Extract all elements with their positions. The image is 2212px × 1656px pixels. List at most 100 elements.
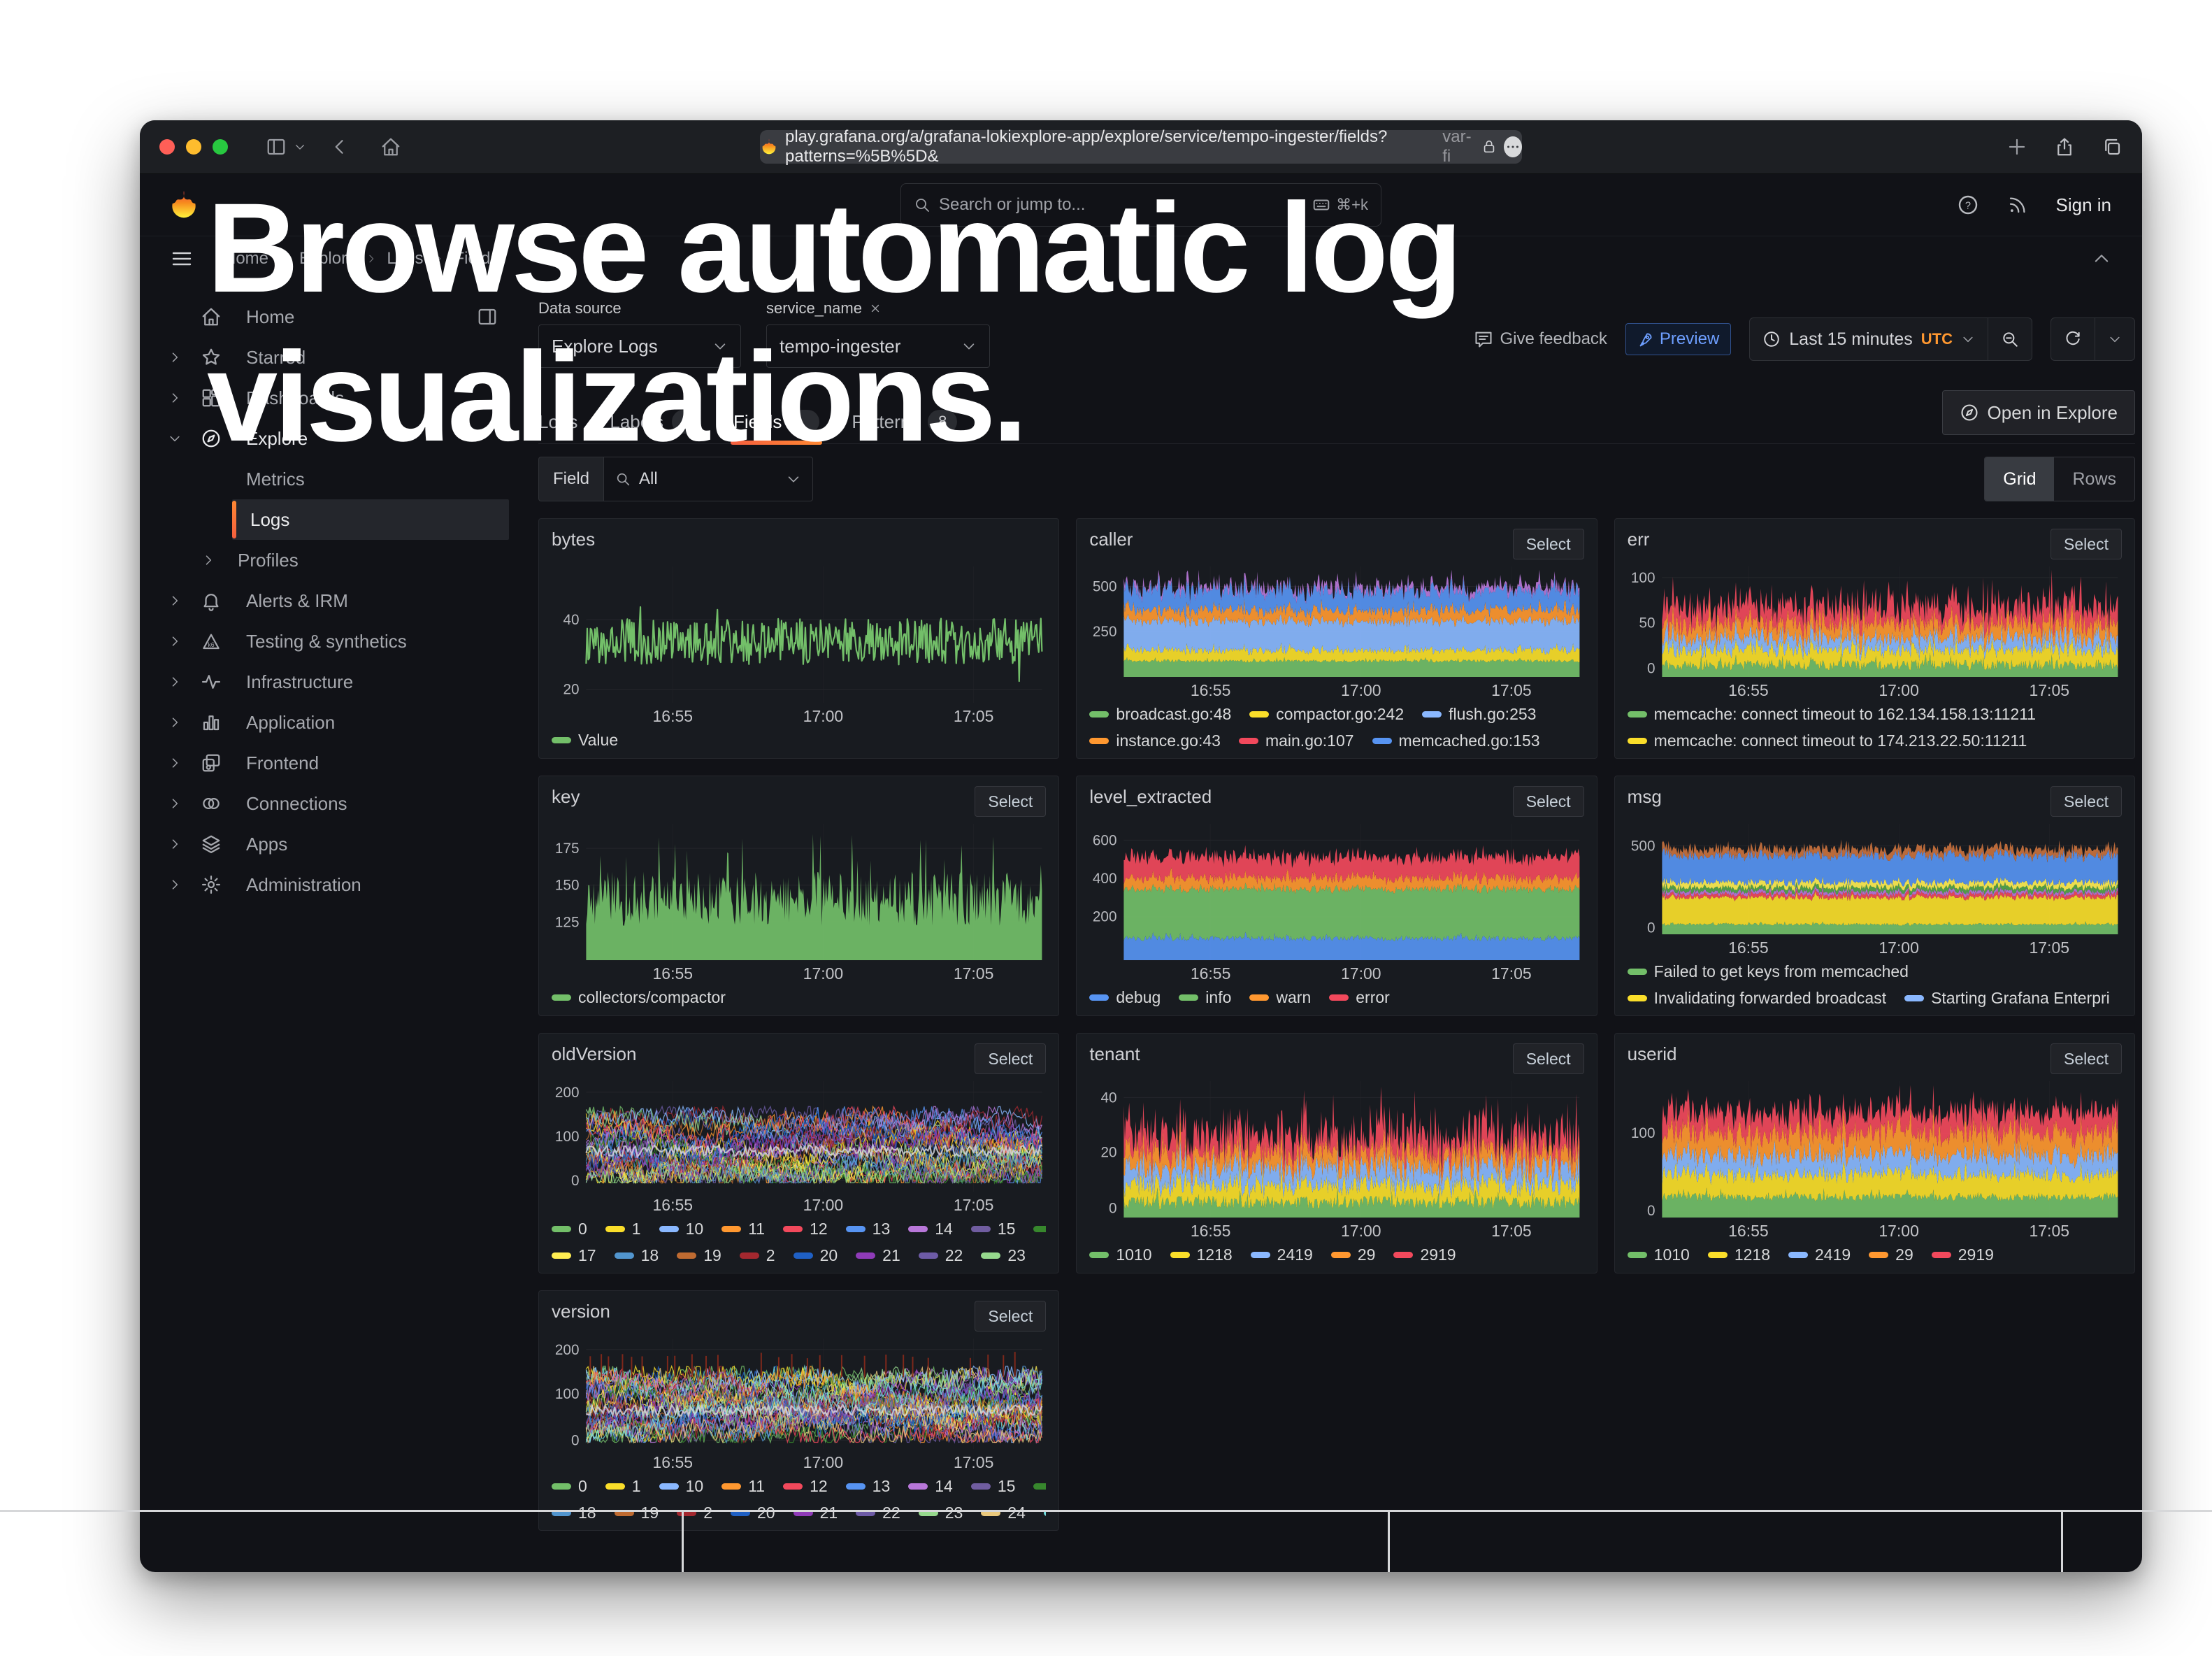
sidebar-item-administration[interactable]: Administration (140, 864, 517, 905)
sidebar-item-testing-synthetics[interactable]: k6Testing & synthetics (140, 621, 517, 662)
legend-item[interactable]: 16 (1033, 1477, 1046, 1496)
sidebar-item-apps[interactable]: Apps (140, 824, 517, 864)
legend-item[interactable]: 2 (740, 1246, 775, 1265)
collapse-icon[interactable] (2092, 249, 2111, 269)
legend-item[interactable]: 1218 (1170, 1245, 1233, 1264)
sidebar-item-profiles[interactable]: Profiles (140, 540, 517, 580)
chevron-right-icon[interactable] (159, 837, 190, 851)
tab-logs[interactable]: Logs (538, 400, 577, 443)
legend-item[interactable]: 1 (605, 1220, 641, 1239)
legend-item[interactable]: 21 (856, 1246, 900, 1265)
legend-item[interactable]: 18 (552, 1504, 596, 1522)
legend-item[interactable]: info (1179, 988, 1231, 1007)
legend-item[interactable]: 20 (731, 1504, 775, 1522)
legend-item[interactable]: Failed to get keys from memcached (1628, 962, 1909, 981)
legend-item[interactable]: error (1329, 988, 1390, 1007)
rows-view-button[interactable]: Rows (2054, 457, 2134, 501)
sidebar-item-logs[interactable]: Logs (232, 499, 509, 540)
legend-item[interactable]: 1010 (1628, 1245, 1690, 1264)
legend-item[interactable]: 29 (1869, 1245, 1913, 1264)
maximize-window-button[interactable] (213, 139, 228, 155)
sidebar-item-metrics[interactable]: Metrics (140, 459, 517, 499)
legend-item[interactable]: 15 (971, 1220, 1016, 1239)
chevron-down-icon[interactable] (159, 431, 190, 445)
legend-item[interactable]: warn (1249, 988, 1311, 1007)
sidebar-item-frontend[interactable]: Frontend (140, 743, 517, 783)
chevron-right-icon[interactable] (159, 675, 190, 689)
legend-item[interactable]: memcache: connect timeout to 174.213.22.… (1628, 731, 2027, 750)
legend-item[interactable]: 19 (615, 1504, 659, 1522)
chevron-down-icon[interactable] (294, 141, 306, 153)
legend-item[interactable]: 24 (981, 1504, 1026, 1522)
select-button[interactable]: Select (975, 1301, 1046, 1332)
minimize-window-button[interactable] (186, 139, 201, 155)
legend-item[interactable]: instance.go:43 (1089, 731, 1221, 750)
data-source-select[interactable]: Explore Logs (538, 324, 741, 368)
chevron-right-icon[interactable] (193, 553, 224, 567)
legend-item[interactable]: 11 (721, 1477, 765, 1496)
legend-item[interactable]: 2419 (1788, 1245, 1851, 1264)
legend-item[interactable]: 21 (793, 1504, 838, 1522)
legend-item[interactable]: 0 (552, 1477, 587, 1496)
legend-item[interactable]: 18 (615, 1246, 659, 1265)
legend-item[interactable]: 12 (783, 1477, 828, 1496)
legend-item[interactable]: Value (552, 731, 618, 750)
legend-item[interactable]: flush.go:253 (1422, 705, 1536, 724)
sidebar-toggle-icon[interactable] (266, 136, 287, 157)
msg-chart[interactable]: 5000 (1628, 820, 2122, 937)
bytes-chart[interactable]: 4020 (552, 562, 1046, 706)
sidebar-item-explore[interactable]: Explore (140, 418, 517, 459)
select-button[interactable]: Select (1513, 786, 1584, 817)
tab-labels[interactable]: Labels (610, 400, 701, 443)
legend-item[interactable]: 15 (971, 1477, 1016, 1496)
grid-view-button[interactable]: Grid (1985, 457, 2054, 501)
legend-item[interactable]: 16 (1033, 1220, 1046, 1239)
legend-item[interactable]: 2919 (1932, 1245, 1994, 1264)
open-in-explore-button[interactable]: Open in Explore (1942, 390, 2135, 435)
legend-item[interactable]: 13 (846, 1477, 891, 1496)
news-icon[interactable] (2007, 194, 2028, 215)
grafana-logo[interactable] (168, 189, 200, 221)
legend-item[interactable]: 10 (659, 1477, 704, 1496)
legend-item[interactable]: memcached.go:153 (1372, 731, 1540, 750)
select-button[interactable]: Select (2051, 786, 2122, 817)
select-button[interactable]: Select (2051, 1043, 2122, 1074)
dock-icon[interactable] (477, 306, 498, 327)
err-chart[interactable]: 100500 (1628, 562, 2122, 680)
sidebar-item-alerts-irm[interactable]: Alerts & IRM (140, 580, 517, 621)
tabs-overview-icon[interactable] (2102, 136, 2123, 157)
time-range-button[interactable]: Last 15 minutes UTC (1750, 318, 1988, 360)
menu-icon[interactable] (171, 248, 193, 270)
legend-item[interactable]: 20 (793, 1246, 838, 1265)
sign-in-link[interactable]: Sign in (2056, 194, 2112, 216)
legend-item[interactable]: 22 (919, 1246, 963, 1265)
legend-item[interactable]: 29 (1331, 1245, 1376, 1264)
url-bar[interactable]: play.grafana.org/a/grafana-lokiexplore-a… (760, 130, 1522, 164)
legend-item[interactable]: 1 (605, 1477, 641, 1496)
breadcrumb-item[interactable]: Explore (299, 249, 356, 269)
tab-patterns[interactable]: Patterns8 (852, 400, 957, 443)
legend-item[interactable]: 23 (919, 1504, 963, 1522)
sidebar-item-connections[interactable]: Connections (140, 783, 517, 824)
breadcrumb-item[interactable]: Fields (454, 249, 498, 269)
legend-item[interactable]: compactor.go:242 (1249, 705, 1404, 724)
legend-item[interactable]: memcache: connect timeout to 162.134.158… (1628, 705, 2036, 724)
version-chart[interactable]: 2001000 (552, 1334, 1046, 1452)
legend-item[interactable]: 23 (981, 1246, 1026, 1265)
sidebar-item-home[interactable]: Home (140, 297, 517, 337)
legend-item[interactable]: 22 (856, 1504, 900, 1522)
chevron-right-icon[interactable] (159, 350, 190, 364)
sidebar-item-dashboards[interactable]: Dashboards (140, 378, 517, 418)
url-more-icon[interactable] (1504, 136, 1522, 157)
level_extracted-chart[interactable]: 600400200 (1089, 820, 1583, 963)
legend-item[interactable]: broadcast.go:48 (1089, 705, 1231, 724)
field-search-select[interactable]: All (603, 457, 813, 501)
service-name-select[interactable]: tempo-ingester (766, 324, 990, 368)
refresh-button[interactable] (2051, 318, 2095, 360)
legend-item[interactable]: Starting Grafana Enterpri (1904, 989, 2110, 1008)
select-button[interactable]: Select (975, 1043, 1046, 1074)
chevron-right-icon[interactable] (159, 634, 190, 648)
legend-item[interactable]: 13 (846, 1220, 891, 1239)
legend-item[interactable]: 14 (908, 1477, 953, 1496)
legend-item[interactable]: 0 (552, 1220, 587, 1239)
